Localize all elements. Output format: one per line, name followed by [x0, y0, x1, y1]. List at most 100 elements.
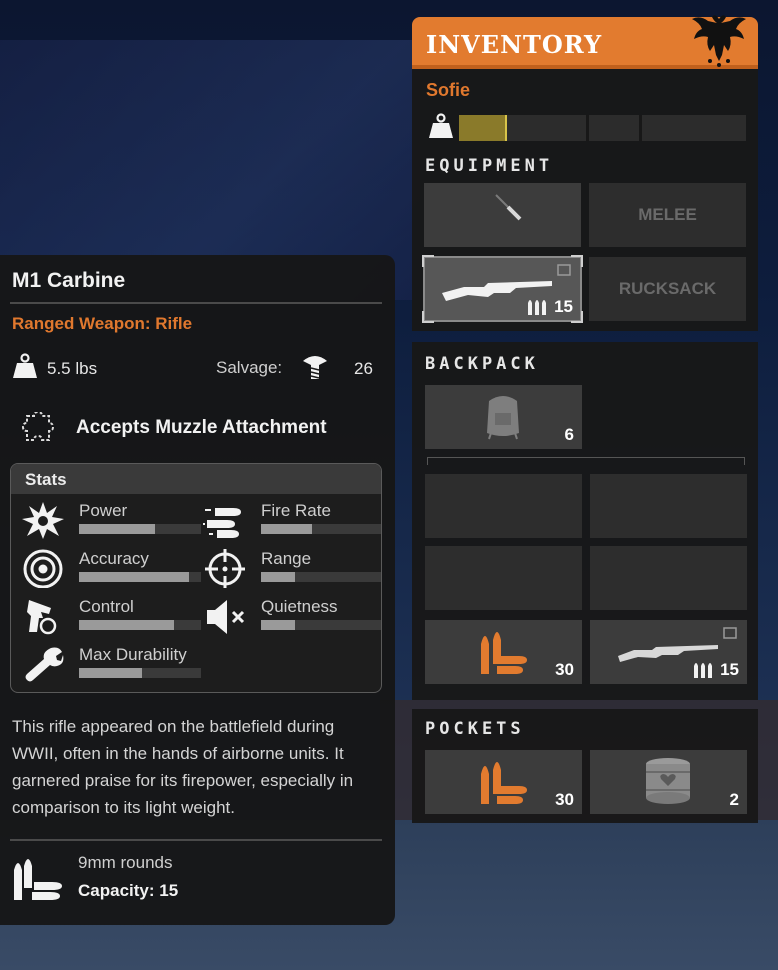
stat-label: Max Durability: [79, 645, 187, 664]
stat-bar: [261, 620, 381, 630]
salvage-label: Salvage:: [216, 358, 283, 377]
item-detail-panel: M1 Carbine Ranged Weapon: Rifle 5.5 lbs …: [0, 255, 395, 925]
equipment-slot-rucksack[interactable]: RUCKSACK: [589, 257, 746, 321]
melee-slot-label: MELEE: [638, 205, 697, 224]
stat-bar-fill: [79, 620, 175, 630]
stat-bar: [261, 572, 381, 582]
stat-bar: [79, 524, 201, 534]
stat-control: Control: [21, 594, 201, 640]
equipment-slot-screwdriver[interactable]: [424, 183, 581, 247]
backpack-slot-rifle[interactable]: 15: [590, 620, 747, 684]
ranged-ammo-count: 15: [554, 297, 573, 316]
ammo-type: 9mm rounds: [78, 853, 173, 872]
backpack-slot-pack[interactable]: 6: [425, 385, 582, 449]
bullets-icon: [203, 508, 241, 538]
item-weight: 5.5 lbs: [47, 359, 98, 378]
backpack-slot-ammo[interactable]: 30: [425, 620, 582, 684]
puzzle-piece-icon: [21, 412, 55, 441]
stat-label: Control: [79, 597, 134, 616]
backpack-slot-count: 6: [564, 425, 574, 444]
stat-max-durability: Max Durability: [21, 642, 201, 688]
stat-power: Power: [21, 498, 201, 544]
pocket-slot-can[interactable]: 2: [590, 750, 747, 814]
stat-bar: [79, 620, 201, 630]
ammo-icon: [528, 300, 546, 315]
stat-label: Accuracy: [79, 549, 149, 568]
backpack-title: BACKPACK: [425, 354, 539, 374]
pockets-title: POCKETS: [425, 719, 525, 739]
stat-bar: [79, 668, 201, 678]
stat-label: Fire Rate: [261, 501, 331, 520]
carry-capacity-marker: [504, 115, 507, 141]
stat-bar-fill: [261, 620, 296, 630]
salvage-bolt-icon: [303, 356, 327, 379]
selection-corner: [422, 255, 434, 267]
inventory-title: INVENTORY: [426, 30, 603, 59]
muted-speaker-icon: [207, 600, 245, 634]
backpack-slot-empty[interactable]: [425, 474, 582, 538]
pockets-section: POCKETS 30 2: [412, 709, 758, 823]
item-description: This rifle appeared on the battlefield d…: [12, 717, 354, 817]
character-name: Sofie: [426, 80, 471, 100]
selection-corner: [422, 311, 434, 323]
backpack-slot-empty[interactable]: [590, 474, 747, 538]
capacity-divider: [586, 115, 589, 141]
backpack-slot-empty[interactable]: [590, 546, 747, 610]
backpack-section: BACKPACK 6 30 15: [412, 342, 758, 700]
backpack-icon: [487, 396, 519, 440]
stat-bar: [79, 572, 201, 582]
pistol-icon: [27, 600, 57, 635]
stat-label: Range: [261, 549, 312, 568]
carry-capacity-fill: [459, 115, 505, 141]
crosshair-icon: [205, 549, 245, 588]
backpack-bracket: [427, 457, 745, 465]
target-icon: [23, 549, 63, 588]
selection-corner: [571, 255, 583, 267]
backpack-slot-empty[interactable]: [425, 546, 582, 610]
item-name: M1 Carbine: [12, 269, 126, 292]
ammo-icon: [694, 663, 712, 678]
rucksack-slot-label: RUCKSACK: [618, 279, 717, 298]
stat-label: Quietness: [261, 597, 338, 616]
weight-icon: [13, 353, 37, 378]
stat-bar-fill: [261, 524, 313, 534]
inventory-header: INVENTORY: [412, 15, 758, 69]
equipment-slot-melee[interactable]: MELEE: [589, 183, 746, 247]
divider: [10, 839, 382, 841]
stat-accuracy: Accuracy: [21, 546, 201, 592]
equipment-slot-ranged[interactable]: 15: [422, 255, 583, 323]
ammo-capacity: Capacity: 15: [78, 881, 179, 900]
stat-fire-rate: Fire Rate: [203, 498, 381, 544]
divider: [10, 302, 382, 304]
stat-label: Power: [79, 501, 128, 520]
screwdriver-icon: [495, 194, 522, 221]
stat-range: Range: [203, 546, 381, 592]
eagle-emblem-icon: [692, 15, 746, 67]
rifle-ammo-count: 15: [720, 660, 739, 679]
salvage-value: 26: [354, 359, 373, 378]
stats-title: Stats: [11, 464, 381, 494]
equipment-title: EQUIPMENT: [425, 156, 554, 176]
carry-capacity-bar: [459, 115, 746, 141]
stat-bar-fill: [79, 668, 143, 678]
stat-bar: [261, 524, 381, 534]
item-category: Ranged Weapon: Rifle: [12, 314, 193, 333]
can-count: 2: [729, 790, 739, 809]
stat-bar-fill: [79, 524, 155, 534]
stat-bar-fill: [261, 572, 296, 582]
stat-quietness: Quietness: [203, 594, 381, 640]
stat-bar-fill: [79, 572, 189, 582]
food-can-icon: [646, 758, 690, 804]
attachment-info: Accepts Muzzle Attachment: [76, 417, 327, 438]
capacity-divider: [639, 115, 642, 141]
stats-box: Stats Power Fire Rate Accuracy Range Con…: [10, 463, 382, 693]
ammo-count: 30: [555, 790, 574, 809]
equipment-section: Sofie EQUIPMENT MELEE 15 RUCKSACK: [412, 69, 758, 331]
weight-icon: [429, 113, 453, 138]
ammo-count: 30: [555, 660, 574, 679]
wrench-icon: [25, 647, 64, 682]
explosion-icon: [22, 502, 64, 539]
pocket-slot-ammo[interactable]: 30: [425, 750, 582, 814]
inventory-panel: INVENTORY Sofie EQUIPMENT MELEE 15 RUCKS…: [412, 15, 758, 823]
ammo-rounds-icon: [14, 859, 62, 900]
